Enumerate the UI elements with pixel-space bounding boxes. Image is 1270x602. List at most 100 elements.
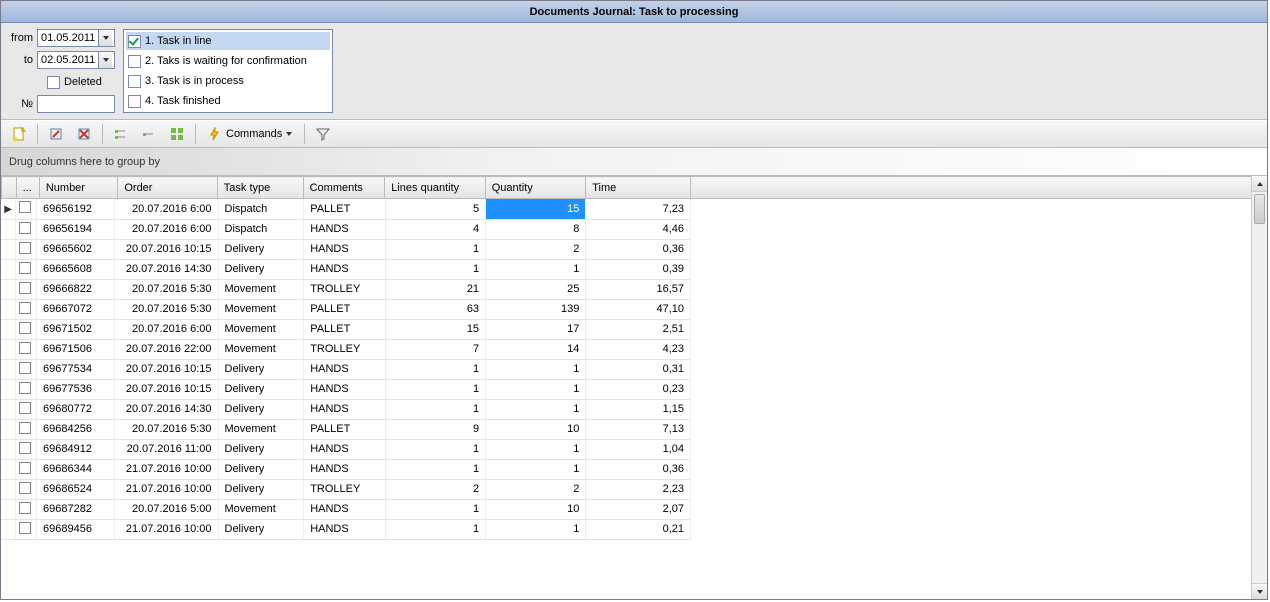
row-checkbox[interactable]	[19, 502, 31, 514]
col-linesqty[interactable]: Lines quantity	[385, 177, 485, 199]
row-checkbox[interactable]	[19, 201, 31, 213]
table-row[interactable]: 6966560820.07.2016 14:30DeliveryHANDS110…	[1, 259, 691, 279]
row-checkbox[interactable]	[19, 242, 31, 254]
deleted-label: Deleted	[64, 76, 102, 88]
to-label: to	[9, 54, 37, 66]
col-number[interactable]: Number	[39, 177, 118, 199]
col-check[interactable]: ...	[16, 177, 39, 199]
status-label: 3. Task is in process	[145, 75, 244, 87]
row-checkbox[interactable]	[19, 522, 31, 534]
status-checkbox[interactable]	[128, 55, 141, 68]
row-checkbox[interactable]	[19, 382, 31, 394]
status-list: 1. Task in line 2. Taks is waiting for co…	[123, 29, 333, 113]
group-by-hint: Drug columns here to group by	[9, 156, 160, 168]
select-all-button[interactable]	[165, 123, 189, 145]
data-grid: ... Number Order Task type Comments Line…	[1, 176, 1251, 599]
row-checkbox[interactable]	[19, 222, 31, 234]
row-checkbox[interactable]	[19, 362, 31, 374]
col-time[interactable]: Time	[586, 177, 691, 199]
table-row[interactable]: 6968728220.07.2016 5:00MovementHANDS1102…	[1, 499, 691, 519]
status-option[interactable]: 1. Task in line	[126, 32, 330, 50]
new-doc-button[interactable]	[7, 123, 31, 145]
chevron-down-icon	[1257, 590, 1263, 594]
table-row[interactable]: 6965619420.07.2016 6:00DispatchHANDS484,…	[1, 219, 691, 239]
chevron-down-icon	[103, 58, 109, 62]
table-row[interactable]: ▶6965619220.07.2016 6:00DispatchPALLET51…	[1, 199, 691, 219]
status-checkbox[interactable]	[128, 35, 141, 48]
row-checkbox[interactable]	[19, 282, 31, 294]
scroll-up-button[interactable]	[1252, 176, 1267, 192]
commands-button[interactable]: Commands	[202, 123, 298, 145]
table-row[interactable]: 6966560220.07.2016 10:15DeliveryHANDS120…	[1, 239, 691, 259]
vertical-scrollbar[interactable]	[1251, 176, 1267, 599]
window: Documents Journal: Task to processing fr…	[0, 0, 1268, 600]
col-order[interactable]: Order	[118, 177, 217, 199]
to-date-dropdown[interactable]	[98, 52, 112, 68]
from-date-dropdown[interactable]	[98, 30, 112, 46]
tree-collapse-button[interactable]	[137, 123, 161, 145]
delete-button[interactable]	[72, 123, 96, 145]
number-input[interactable]	[37, 95, 115, 113]
table-row[interactable]: 6966707220.07.2016 5:30MovementPALLET631…	[1, 299, 691, 319]
table-row[interactable]: 6967753620.07.2016 10:15DeliveryHANDS110…	[1, 379, 691, 399]
status-checkbox[interactable]	[128, 75, 141, 88]
col-comments[interactable]: Comments	[303, 177, 385, 199]
filter-button[interactable]	[311, 123, 335, 145]
lightning-icon	[208, 127, 222, 141]
row-checkbox[interactable]	[19, 342, 31, 354]
row-checkbox[interactable]	[19, 442, 31, 454]
status-label: 1. Task in line	[145, 35, 211, 47]
table-row[interactable]: 6968491220.07.2016 11:00DeliveryHANDS111…	[1, 439, 691, 459]
row-checkbox[interactable]	[19, 322, 31, 334]
table-row[interactable]: 6967753420.07.2016 10:15DeliveryHANDS110…	[1, 359, 691, 379]
scroll-thumb[interactable]	[1254, 194, 1265, 224]
table-row[interactable]: 6968634421.07.2016 10:00DeliveryHANDS110…	[1, 459, 691, 479]
chevron-up-icon	[1257, 182, 1263, 186]
group-by-area[interactable]: Drug columns here to group by	[1, 148, 1267, 176]
deleted-checkbox-row[interactable]: Deleted	[47, 73, 115, 91]
header-row: ... Number Order Task type Comments Line…	[2, 177, 691, 199]
to-date-picker[interactable]	[37, 51, 115, 69]
to-date-input[interactable]	[38, 52, 98, 68]
row-checkbox[interactable]	[19, 462, 31, 474]
col-indicator[interactable]	[2, 177, 17, 199]
toolbar: Commands	[1, 120, 1267, 148]
status-option[interactable]: 2. Taks is waiting for confirmation	[126, 52, 330, 70]
window-title: Documents Journal: Task to processing	[530, 6, 739, 18]
col-quantity[interactable]: Quantity	[485, 177, 585, 199]
status-option[interactable]: 3. Task is in process	[126, 72, 330, 90]
row-checkbox[interactable]	[19, 422, 31, 434]
filter-panel: from to Deleted № 1. Task in line 2. Taks…	[1, 23, 1267, 120]
status-checkbox[interactable]	[128, 95, 141, 108]
table-row[interactable]: 6966682220.07.2016 5:30MovementTROLLEY21…	[1, 279, 691, 299]
titlebar: Documents Journal: Task to processing	[1, 1, 1267, 23]
grid-wrap: ... Number Order Task type Comments Line…	[1, 176, 1267, 599]
table-row[interactable]: 6967150620.07.2016 22:00MovementTROLLEY7…	[1, 339, 691, 359]
status-option[interactable]: 4. Task finished	[126, 92, 330, 110]
table-row[interactable]: 6968652421.07.2016 10:00DeliveryTROLLEY2…	[1, 479, 691, 499]
chevron-down-icon	[286, 132, 292, 136]
table-row[interactable]: 6967150220.07.2016 6:00MovementPALLET151…	[1, 319, 691, 339]
row-checkbox[interactable]	[19, 302, 31, 314]
from-date-picker[interactable]	[37, 29, 115, 47]
tree-expand-button[interactable]	[109, 123, 133, 145]
header-rest	[691, 176, 1251, 199]
col-tasktype[interactable]: Task type	[217, 177, 303, 199]
filter-left: from to Deleted №	[9, 29, 115, 113]
table-row[interactable]: 6968425620.07.2016 5:30MovementPALLET910…	[1, 419, 691, 439]
from-date-input[interactable]	[38, 30, 98, 46]
status-label: 4. Task finished	[145, 95, 221, 107]
row-checkbox[interactable]	[19, 262, 31, 274]
deleted-checkbox[interactable]	[47, 76, 60, 89]
row-checkbox[interactable]	[19, 482, 31, 494]
scroll-down-button[interactable]	[1252, 583, 1267, 599]
table-row[interactable]: 6968945621.07.2016 10:00DeliveryHANDS110…	[1, 519, 691, 539]
table-row[interactable]: 6968077220.07.2016 14:30DeliveryHANDS111…	[1, 399, 691, 419]
from-label: from	[9, 32, 37, 44]
status-label: 2. Taks is waiting for confirmation	[145, 55, 307, 67]
number-label: №	[9, 98, 37, 110]
commands-label: Commands	[226, 128, 282, 140]
row-checkbox[interactable]	[19, 402, 31, 414]
chevron-down-icon	[103, 36, 109, 40]
edit-button[interactable]	[44, 123, 68, 145]
